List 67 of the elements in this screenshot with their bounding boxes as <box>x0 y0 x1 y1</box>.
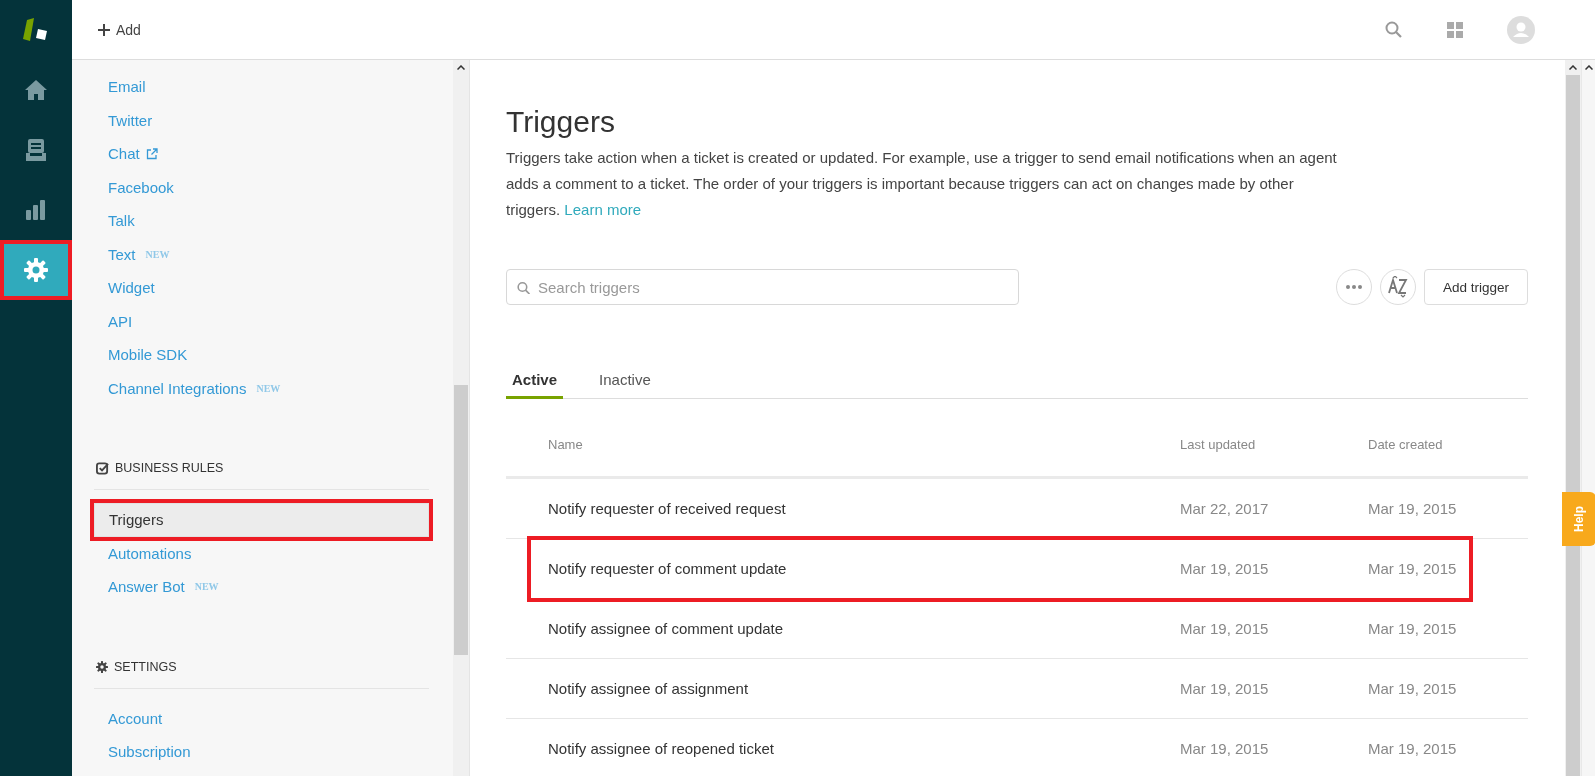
sidebar-item[interactable]: Twitter <box>94 103 429 137</box>
table-cell-text: Mar 19, 2015 <box>1180 560 1270 577</box>
table-cell-text: Notify assignee of assignment <box>548 680 750 697</box>
sidebar-item[interactable]: Subscription <box>94 735 429 769</box>
ellipsis-icon <box>1345 285 1362 289</box>
table-cell-text: Mar 19, 2015 <box>1368 680 1458 697</box>
plus-icon <box>98 23 110 36</box>
section-heading: SETTINGS <box>114 659 177 674</box>
table-row[interactable]: Notify requester of comment update Mar 19, 2015 Mar 19, 2015 <box>530 539 1470 599</box>
sidebar-item[interactable]: Talk <box>94 204 429 238</box>
new-label: NEW <box>145 248 170 260</box>
search-icon[interactable] <box>1385 20 1403 39</box>
table-cell-text: Notify assignee of reopened ticket <box>548 740 775 757</box>
table-cell-text: Notify requester of received request <box>548 500 787 517</box>
sidebar-item[interactable]: Answer Bot NEW <box>94 570 429 604</box>
table-cell-text: Mar 19, 2015 <box>1180 620 1270 637</box>
checkbox-icon <box>96 461 109 475</box>
new-label: NEW <box>256 382 281 394</box>
search-field[interactable]: Search triggers <box>506 269 1019 305</box>
table-cell-text: Mar 19, 2015 <box>1368 500 1458 517</box>
table-cell-text: Mar 19, 2015 <box>1180 680 1270 697</box>
sidebar-item[interactable]: Account <box>94 701 429 735</box>
table-row[interactable]: Notify assignee of reopened ticket Mar 19, 2015 Mar 19, 2015 <box>506 719 1528 776</box>
table-cell-text: Notify assignee of comment update <box>548 620 785 637</box>
search-icon <box>517 280 531 294</box>
inbox-icon <box>26 138 46 162</box>
sidebar-item[interactable]: Widget <box>94 271 429 305</box>
sidebar-item[interactable]: Text NEW <box>94 237 429 271</box>
sidebar-item[interactable]: Mobile SDK <box>94 338 429 372</box>
description: Triggers take action when a ticket is created or updated. For example, use a trigger to send email notifications when an agent adds a comment to a ticket. The order of your triggers is important because triggers can act on changes made by other triggers. Learn more <box>506 148 1338 220</box>
more-options-button[interactable] <box>1335 269 1372 305</box>
column-header: Last updated <box>1180 437 1257 452</box>
gear-icon <box>96 660 108 673</box>
table-cell-text: Mar 19, 2015 <box>1368 560 1458 577</box>
nav-button[interactable] <box>0 240 72 300</box>
table-row[interactable]: Notify assignee of assignment Mar 19, 2015 Mar 19, 2015 <box>506 659 1528 719</box>
learn-more-link[interactable]: Learn more <box>564 201 642 218</box>
sidebar-item[interactable]: Automations <box>94 536 429 570</box>
bar-chart-icon <box>26 200 46 220</box>
add-trigger-button[interactable]: Add trigger <box>1423 269 1528 305</box>
table-row[interactable]: Notify assignee of comment update Mar 19, 2015 Mar 19, 2015 <box>506 599 1528 659</box>
table-cell-text: Mar 19, 2015 <box>1368 620 1458 637</box>
new-label: NEW <box>194 581 219 593</box>
table-cell-text: Mar 19, 2015 <box>1180 740 1270 757</box>
table-row[interactable]: Notify requester of received request Mar 22, 2017 Mar 19, 2015 <box>506 479 1528 539</box>
tab[interactable]: Inactive <box>593 365 657 399</box>
column-header: Name <box>548 437 584 452</box>
sidebar-item[interactable]: Channel Integrations NEW <box>94 371 429 405</box>
home-icon <box>23 79 49 101</box>
sidebar-item[interactable]: Chat <box>94 137 429 171</box>
sort-icon <box>1387 276 1408 298</box>
apps-grid-icon[interactable] <box>1447 21 1463 38</box>
sort-button[interactable] <box>1379 269 1416 305</box>
add-button[interactable]: Add <box>94 17 145 42</box>
help-tab[interactable]: Help <box>1562 492 1595 546</box>
sidebar-item[interactable]: Facebook <box>94 170 429 204</box>
section-heading: BUSINESS RULES <box>115 461 224 475</box>
tab[interactable]: Active <box>506 365 564 399</box>
table-cell-text: Notify requester of comment update <box>548 560 788 577</box>
sidebar-item[interactable]: Email <box>94 70 429 104</box>
settings-icon <box>24 258 48 282</box>
sidebar-item[interactable]: API <box>94 304 429 338</box>
column-header: Date created <box>1368 437 1444 452</box>
page-title: Triggers <box>506 105 616 139</box>
table-cell-text: Mar 22, 2017 <box>1180 500 1270 517</box>
scrollbar[interactable] <box>453 60 469 776</box>
table-cell-text: Mar 19, 2015 <box>1368 740 1458 757</box>
